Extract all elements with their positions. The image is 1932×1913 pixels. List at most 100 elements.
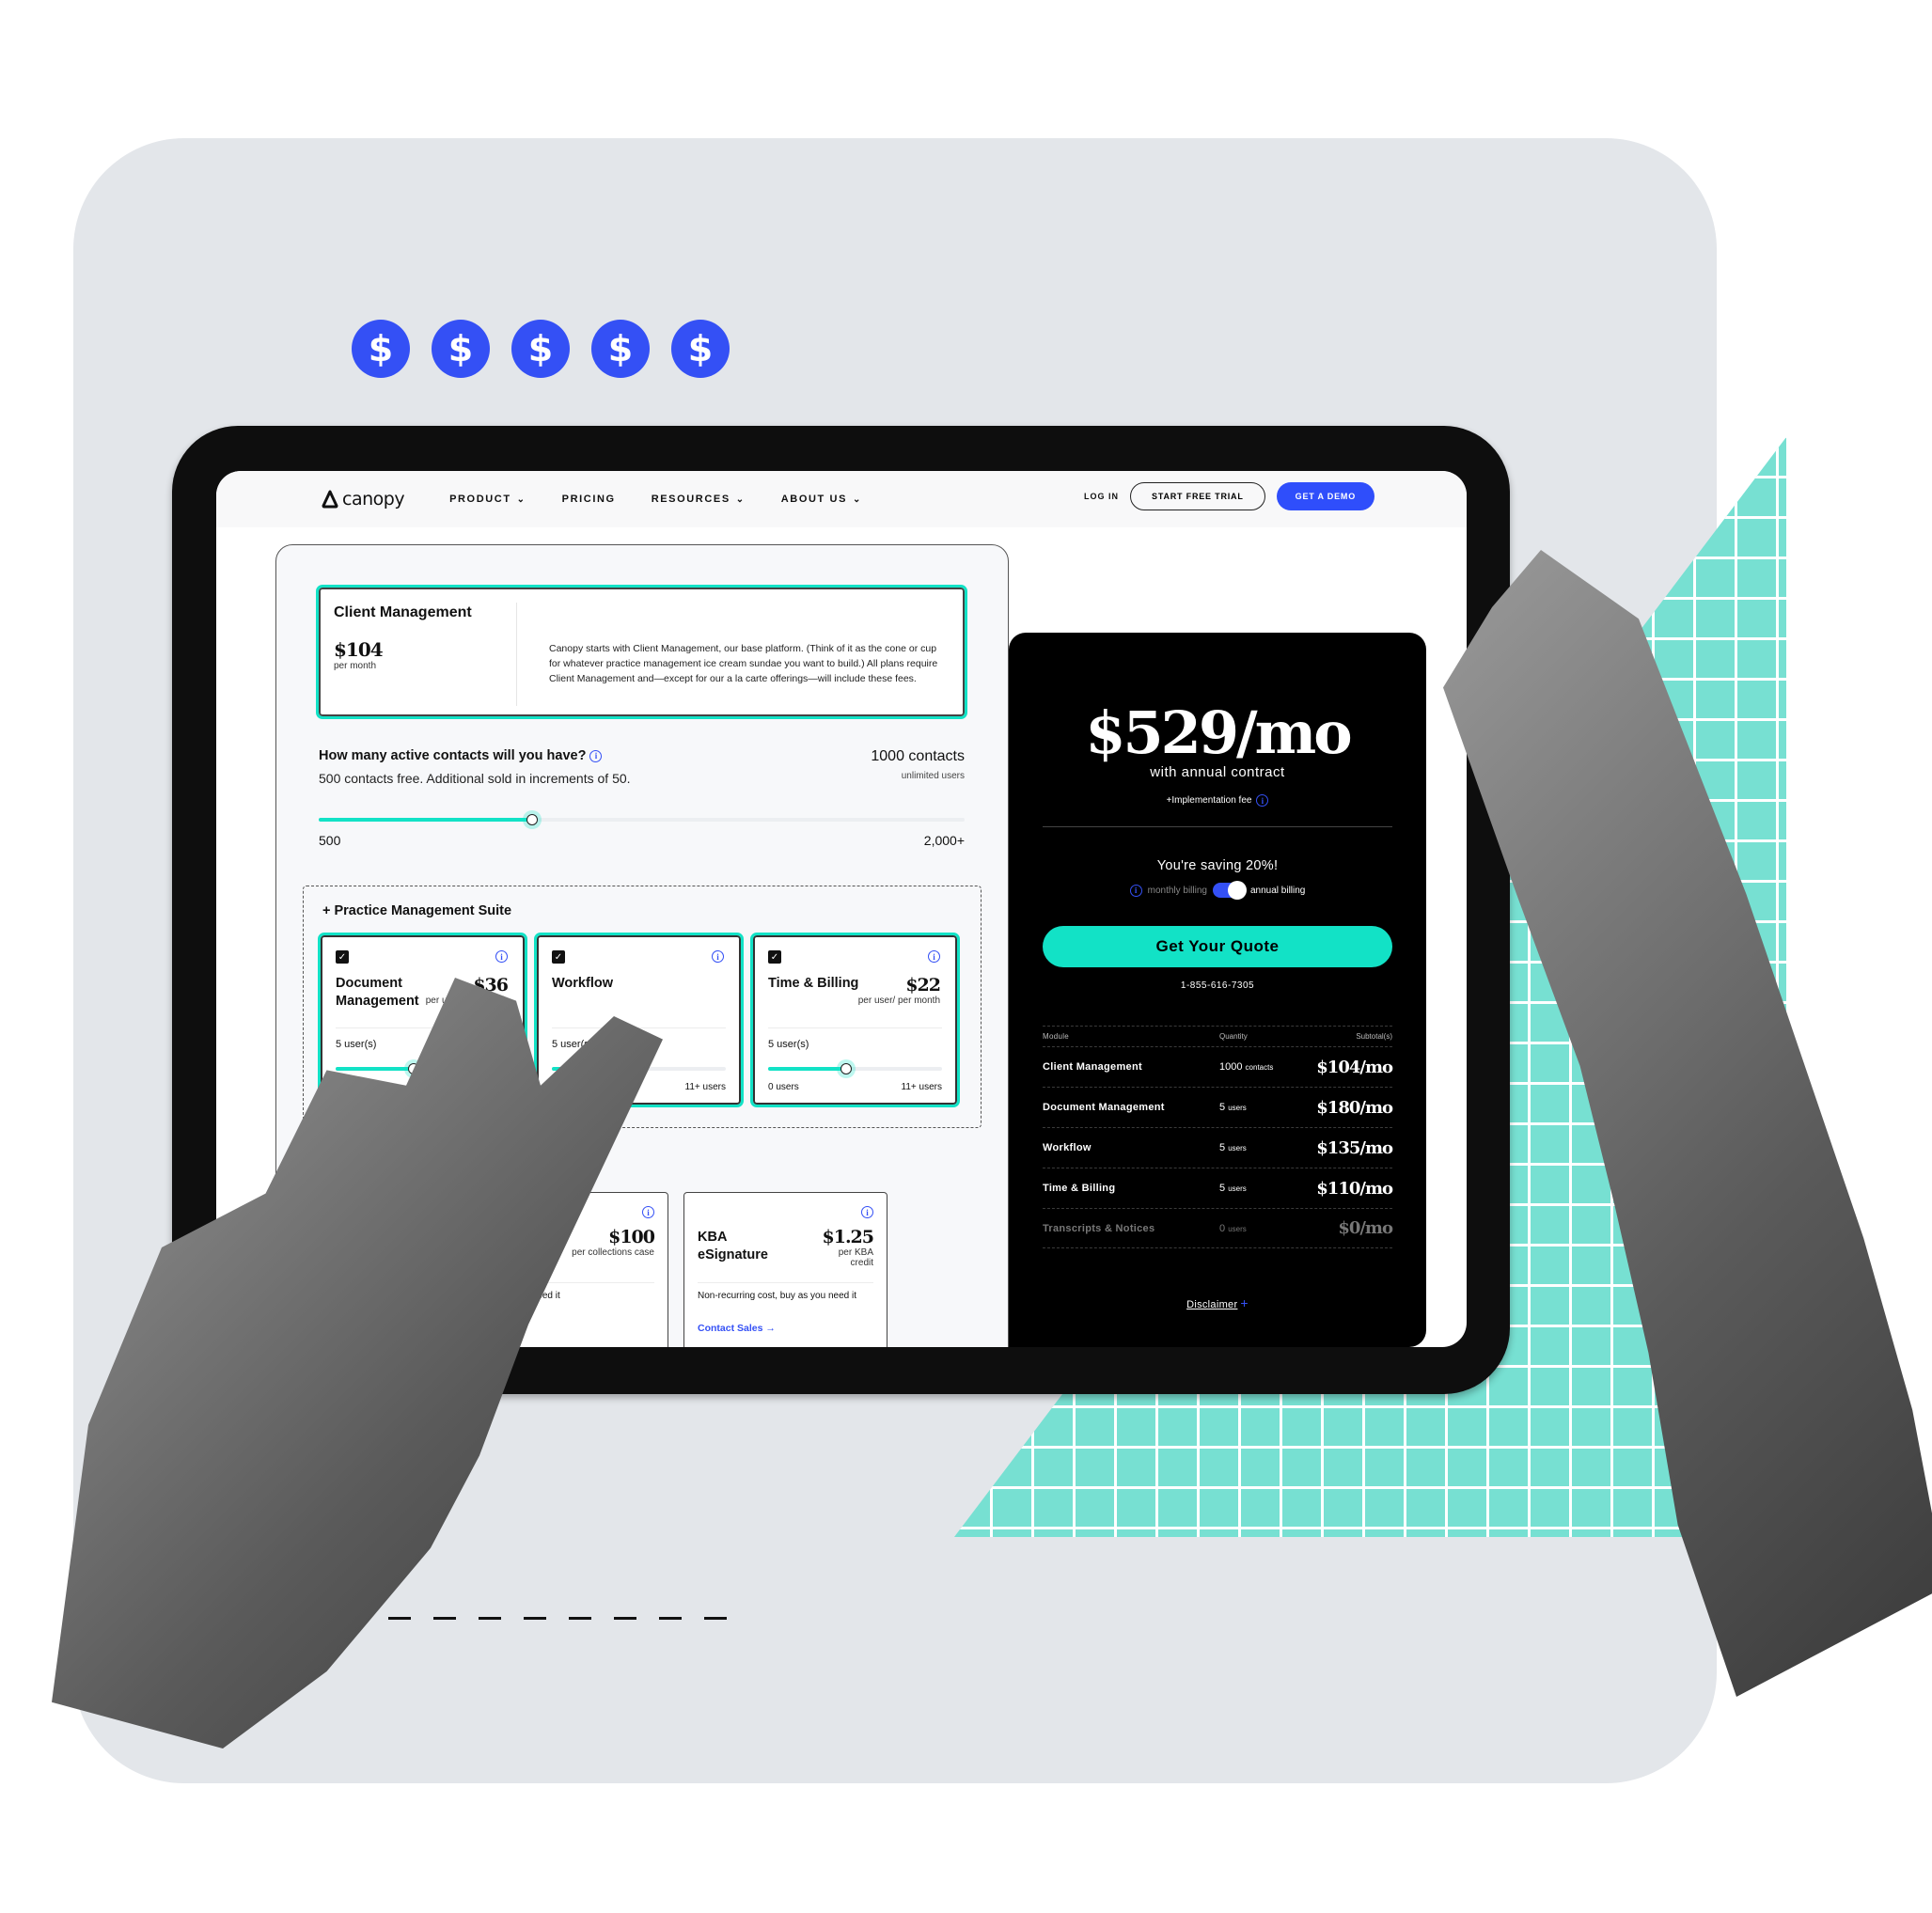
addon-note: Non-recurring cost, buy as you need it <box>698 1291 856 1301</box>
info-icon[interactable]: i <box>928 950 940 963</box>
module-users: 5 user(s) <box>768 1039 809 1050</box>
client-management-summary: Client Management $104 per month <box>334 603 517 706</box>
row-module: Document Management <box>1043 1102 1165 1113</box>
contacts-question: How many active contacts will you have? … <box>319 748 965 763</box>
nav-actions: LOG IN START FREE TRIAL GET A DEMO <box>1084 482 1374 510</box>
info-icon[interactable]: i <box>1256 794 1269 807</box>
chevron-down-icon: ⌄ <box>735 494 746 505</box>
dash <box>704 1617 727 1620</box>
addon-price: $100 per collections case <box>572 1227 655 1258</box>
row-module: Transcripts & Notices <box>1043 1222 1155 1234</box>
module-name: Document Management <box>336 976 419 1009</box>
qty-value: 1000 <box>1219 1061 1243 1073</box>
nav-resources[interactable]: RESOURCES ⌄ <box>652 494 746 505</box>
disclaimer-link[interactable]: Disclaimer <box>1186 1299 1237 1310</box>
phone-number[interactable]: 1-855-616-7305 <box>1009 980 1426 991</box>
module-name: Time & Billing <box>768 976 859 991</box>
row-quantity: 5 users <box>1219 1102 1313 1113</box>
info-icon[interactable]: i <box>1129 884 1142 897</box>
divider <box>1043 826 1392 827</box>
dash <box>659 1617 682 1620</box>
client-management-period: per month <box>334 661 377 671</box>
info-icon[interactable]: i <box>642 1206 654 1218</box>
client-management-card: Client Management $104 per month Canopy … <box>316 585 967 719</box>
contacts-subtext: 500 contacts free. Additional sold in in… <box>319 771 631 786</box>
addon-price-unit: per collections case <box>572 1247 654 1258</box>
dollar-coin-icon: $ <box>671 320 730 378</box>
dash <box>524 1617 546 1620</box>
info-icon[interactable]: i <box>861 1206 873 1218</box>
contacts-users: unlimited users <box>901 771 965 781</box>
total-price: $529/mo <box>1085 698 1352 767</box>
qty-value: 0 <box>1219 1222 1226 1234</box>
dollar-coin-icon: $ <box>591 320 650 378</box>
module-name: Workflow <box>552 976 613 991</box>
start-free-trial-button[interactable]: START FREE TRIAL <box>1130 482 1265 510</box>
table-header: Module Quantity Subtotal(s) <box>1043 1026 1392 1046</box>
contacts-readout: 1000 contacts unlimited users <box>871 748 965 781</box>
info-icon[interactable]: i <box>589 749 603 762</box>
qty-unit: users <box>1228 1224 1247 1233</box>
chevron-down-icon: ⌄ <box>516 494 526 505</box>
annual-billing-label: annual billing <box>1249 885 1306 896</box>
billing-toggle[interactable] <box>1212 881 1247 900</box>
info-icon[interactable]: i <box>712 950 724 963</box>
dash <box>614 1617 636 1620</box>
module-price: $22 per user/ per month <box>858 975 941 1006</box>
get-a-demo-button[interactable]: GET A DEMO <box>1276 482 1374 510</box>
checkbox-checked-icon[interactable]: ✓ <box>768 950 781 964</box>
contact-sales-link[interactable]: Contact Sales → <box>698 1323 776 1334</box>
client-management-title: Client Management <box>334 604 472 620</box>
savings-text: You're saving 20%! <box>1156 858 1279 873</box>
top-nav: canopy PRODUCT ⌄ PRICING RESOURCES ⌄ ABOUT… <box>216 471 1467 527</box>
row-module: Time & Billing <box>1043 1183 1116 1194</box>
row-subtotal: $110/mo <box>1316 1178 1393 1199</box>
row-quantity: 5 users <box>1219 1142 1313 1153</box>
nav-about-us[interactable]: ABOUT US ⌄ <box>781 494 862 505</box>
table-row: Workflow 5 users $135/mo <box>1043 1127 1393 1168</box>
contacts-count: 1000 contacts <box>871 748 965 764</box>
checkbox-checked-icon[interactable]: ✓ <box>552 950 565 964</box>
nav-label: PRICING <box>561 494 616 505</box>
row-subtotal: $135/mo <box>1316 1137 1393 1158</box>
qty-unit: users <box>1228 1144 1247 1153</box>
column-header-subtotal: Subtotal(s) <box>1356 1032 1392 1041</box>
addon-card-kba-esignature: i KBA eSignature $1.25 per KBA credit No… <box>683 1192 887 1347</box>
contacts-question-text: How many active contacts will you have? <box>319 748 587 763</box>
slider-handle[interactable] <box>837 1059 856 1078</box>
info-icon[interactable]: i <box>495 950 508 963</box>
row-subtotal: $104/mo <box>1316 1057 1393 1077</box>
slider-max-label: 11+ users <box>684 1082 726 1092</box>
slider-fill <box>768 1067 847 1071</box>
addon-price-unit: per KBA credit <box>838 1247 873 1268</box>
nav-product[interactable]: PRODUCT ⌄ <box>449 494 526 505</box>
qty-value: 5 <box>1219 1183 1226 1194</box>
client-management-description: Canopy starts with Client Management, ou… <box>549 643 938 684</box>
slider-handle[interactable] <box>522 810 542 829</box>
contacts-slider[interactable] <box>319 810 965 829</box>
table-row: Client Management 1000 contacts $104/mo <box>1043 1046 1393 1087</box>
users-slider[interactable] <box>768 1059 942 1078</box>
dash <box>479 1617 501 1620</box>
module-price-value: $22 <box>905 975 941 996</box>
slider-max-label: 2,000+ <box>923 833 965 848</box>
dollar-coin-icon: $ <box>511 320 570 378</box>
nav-label: PRODUCT <box>449 494 511 505</box>
dollar-coin-icon: $ <box>352 320 410 378</box>
dash <box>388 1617 411 1620</box>
quote-summary-panel: $529/mo with annual contract +Implementa… <box>1009 633 1426 1347</box>
get-your-quote-button[interactable]: Get Your Quote <box>1043 926 1392 967</box>
logo-text: canopy <box>342 489 405 510</box>
qty-unit: users <box>1228 1104 1247 1112</box>
addon-price-value: $100 <box>608 1227 655 1247</box>
disclaimer-toggle[interactable]: Disclaimer + <box>1009 1295 1426 1310</box>
column-header-quantity: Quantity <box>1219 1032 1248 1041</box>
divider <box>768 1027 942 1028</box>
login-link[interactable]: LOG IN <box>1084 492 1119 501</box>
row-quantity: 1000 contacts <box>1219 1061 1313 1073</box>
checkbox-checked-icon[interactable]: ✓ <box>336 950 349 964</box>
contacts-selector: How many active contacts will you have? … <box>319 748 965 848</box>
canopy-logo[interactable]: canopy <box>322 489 405 510</box>
suite-title: + Practice Management Suite <box>322 903 512 918</box>
nav-pricing[interactable]: PRICING <box>562 494 616 505</box>
